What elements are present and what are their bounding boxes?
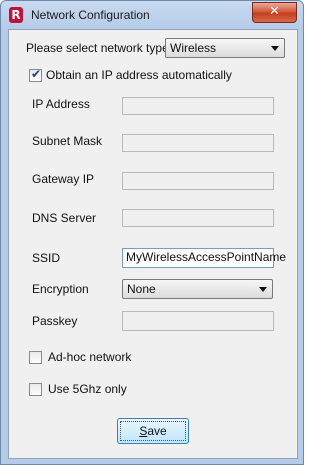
- ip-address-field[interactable]: [122, 97, 274, 115]
- passkey-label: Passkey: [32, 314, 78, 328]
- ssid-label: SSID: [32, 251, 61, 265]
- dialog-body: Please select network type: Wireless ✔ O…: [8, 29, 298, 459]
- five-ghz-label: Use 5Ghz only: [48, 382, 127, 396]
- ip-address-label: IP Address: [32, 97, 90, 111]
- network-type-select[interactable]: Wireless: [165, 38, 285, 58]
- subnet-mask-field[interactable]: [122, 134, 274, 152]
- gateway-ip-label: Gateway IP: [32, 172, 95, 186]
- subnet-mask-label: Subnet Mask: [32, 134, 103, 148]
- network-type-label: Please select network type:: [26, 41, 173, 55]
- obtain-ip-checkbox[interactable]: ✔: [29, 67, 42, 82]
- five-ghz-checkbox[interactable]: [29, 383, 42, 396]
- obtain-ip-label: Obtain an IP address automatically: [46, 68, 232, 82]
- network-type-value: Wireless: [170, 41, 217, 55]
- window-title: Network Configuration: [31, 8, 150, 22]
- encryption-select[interactable]: None: [122, 279, 273, 299]
- close-icon: ✕: [269, 4, 280, 19]
- dns-server-label: DNS Server: [32, 211, 97, 225]
- chevron-down-icon: [259, 287, 267, 292]
- save-button[interactable]: Save: [117, 418, 189, 444]
- save-label: ave: [147, 424, 167, 438]
- adhoc-label: Ad-hoc network: [48, 350, 132, 364]
- encryption-label: Encryption: [32, 282, 89, 296]
- passkey-field[interactable]: [122, 311, 274, 331]
- chevron-down-icon: [271, 46, 279, 51]
- ssid-field[interactable]: MyWirelessAccessPointName: [122, 248, 286, 268]
- encryption-value: None: [127, 282, 156, 296]
- title-bar[interactable]: R Network Configuration ✕: [1, 1, 303, 29]
- adhoc-checkbox[interactable]: [29, 351, 42, 364]
- close-button[interactable]: ✕: [252, 2, 297, 23]
- gateway-ip-field[interactable]: [122, 172, 274, 190]
- app-icon: R: [9, 7, 23, 23]
- dns-server-field[interactable]: [122, 209, 274, 227]
- checkmark-icon: ✔: [31, 67, 42, 81]
- window: R Network Configuration ✕ Please select …: [0, 0, 304, 465]
